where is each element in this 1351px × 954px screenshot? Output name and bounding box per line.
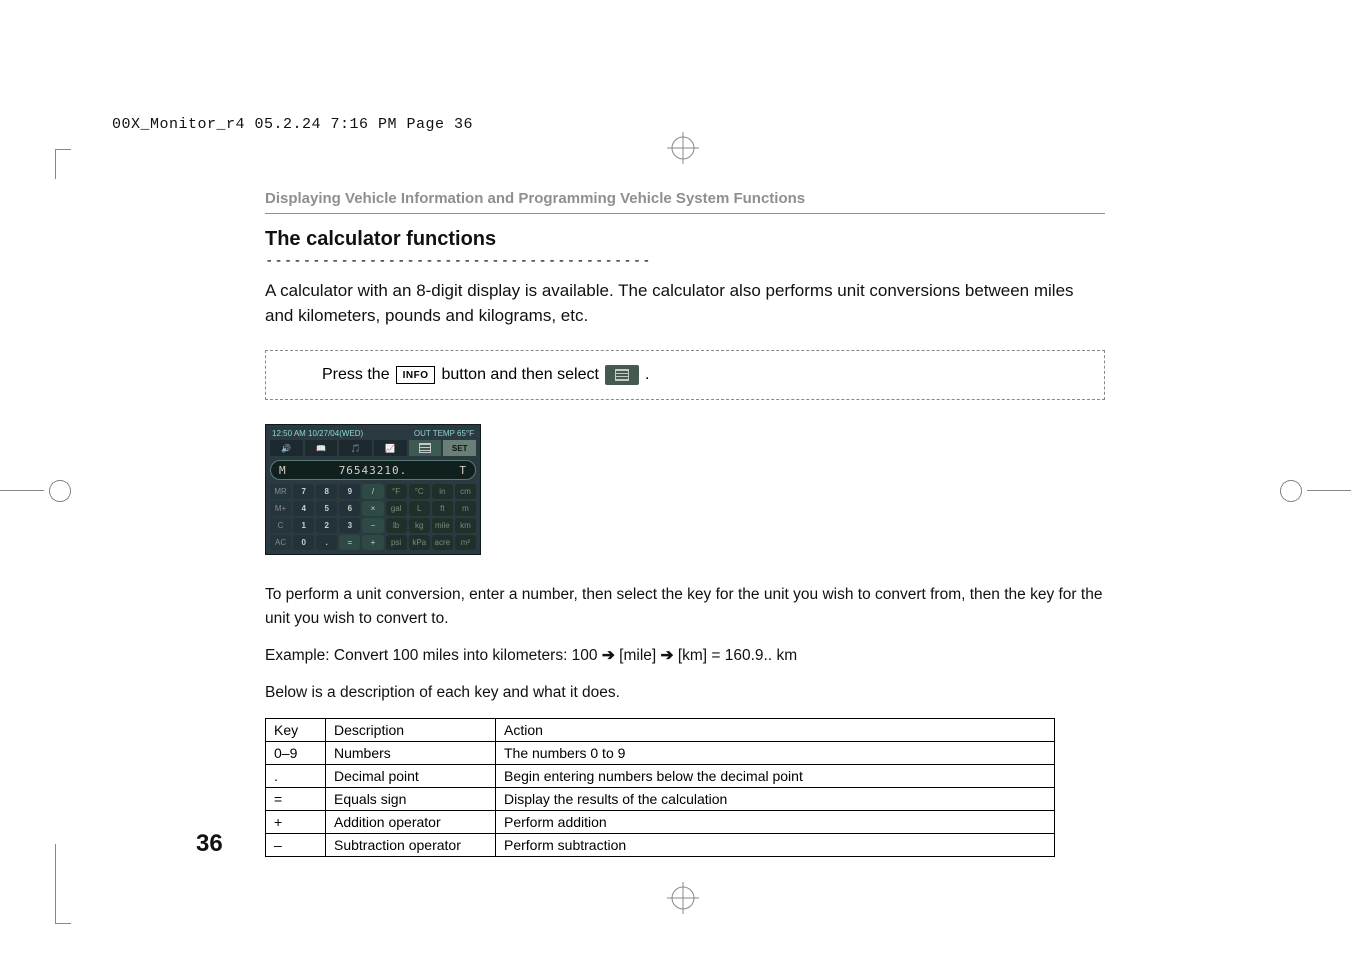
calc-key: × bbox=[362, 501, 383, 516]
info-button-icon: INFO bbox=[396, 366, 436, 384]
print-header: 00X_Monitor_r4 05.2.24 7:16 PM Page 36 bbox=[112, 116, 473, 133]
calc-key: 9 bbox=[339, 484, 360, 499]
arrow-icon: ➔ bbox=[602, 647, 615, 664]
calc-key: 7 bbox=[293, 484, 314, 499]
calc-key: L bbox=[409, 501, 430, 516]
calc-key: − bbox=[362, 518, 383, 533]
table-row: =Equals signDisplay the results of the c… bbox=[266, 788, 1055, 811]
arrow-icon: ➔ bbox=[661, 647, 674, 664]
calc-key: psi bbox=[386, 535, 407, 550]
calc-key: gal bbox=[386, 501, 407, 516]
calc-key: mile bbox=[432, 518, 453, 533]
calc-key: °F bbox=[386, 484, 407, 499]
calc-key: m² bbox=[455, 535, 476, 550]
calc-key: acre bbox=[432, 535, 453, 550]
crop-mark bbox=[1307, 490, 1351, 491]
calc-tab-icon: 📈 bbox=[374, 440, 407, 456]
table-intro: Below is a description of each key and w… bbox=[265, 681, 1105, 704]
table-row: .Decimal pointBegin entering numbers bel… bbox=[266, 765, 1055, 788]
registration-mark-icon bbox=[667, 132, 699, 164]
conversion-paragraph: To perform a unit conversion, enter a nu… bbox=[265, 583, 1105, 630]
calc-tab-selected bbox=[409, 440, 442, 456]
calc-key: + bbox=[362, 535, 383, 550]
calc-key: 2 bbox=[316, 518, 337, 533]
calc-key: kg bbox=[409, 518, 430, 533]
table-header: Action bbox=[496, 719, 1055, 742]
calc-key: 3 bbox=[339, 518, 360, 533]
table-row: –Subtraction operatorPerform subtraction bbox=[266, 834, 1055, 857]
calc-tab-icon: 🔊 bbox=[270, 440, 303, 456]
key-description-table: Key Description Action 0–9NumbersThe num… bbox=[265, 718, 1055, 857]
calc-key: lb bbox=[386, 518, 407, 533]
instruction-box: Press the INFO button and then select . bbox=[265, 350, 1105, 400]
calc-display: M 76543210. T bbox=[270, 460, 476, 480]
registration-mark-icon bbox=[667, 882, 699, 914]
example-line: Example: Convert 100 miles into kilomete… bbox=[265, 644, 1105, 667]
calc-key: km bbox=[455, 518, 476, 533]
calc-key: 6 bbox=[339, 501, 360, 516]
table-row: Key Description Action bbox=[266, 719, 1055, 742]
crop-mark bbox=[0, 490, 44, 491]
divider bbox=[265, 213, 1105, 214]
calc-key: / bbox=[362, 484, 383, 499]
crop-mark bbox=[55, 844, 71, 924]
calc-temp: OUT TEMP 65°F bbox=[414, 429, 474, 438]
calc-keypad: MR 7 8 9 / °F °C in cm M+ 4 5 6 × gal L … bbox=[270, 484, 476, 550]
instruction-text: button and then select bbox=[441, 366, 598, 384]
calculator-tab-icon bbox=[605, 365, 639, 385]
calc-key: M+ bbox=[270, 501, 291, 516]
calc-key: 8 bbox=[316, 484, 337, 499]
calc-key: = bbox=[339, 535, 360, 550]
calc-key: ft bbox=[432, 501, 453, 516]
calc-key: m bbox=[455, 501, 476, 516]
table-row: +Addition operatorPerform addition bbox=[266, 811, 1055, 834]
table-header: Key bbox=[266, 719, 326, 742]
calc-key: °C bbox=[409, 484, 430, 499]
calc-key: 1 bbox=[293, 518, 314, 533]
page-title: The calculator functions bbox=[265, 228, 1105, 251]
calc-tab-icon: 🎵 bbox=[339, 440, 372, 456]
section-breadcrumb: Displaying Vehicle Information and Progr… bbox=[265, 190, 1105, 207]
calc-key: kPa bbox=[409, 535, 430, 550]
calc-key: 5 bbox=[316, 501, 337, 516]
calc-tab-icon: 📖 bbox=[305, 440, 338, 456]
calc-key: . bbox=[316, 535, 337, 550]
dash-rule: ----------------------------------------… bbox=[265, 253, 1105, 269]
calc-tabs: 🔊 📖 🎵 📈 SET bbox=[270, 440, 476, 456]
calc-key: 0 bbox=[293, 535, 314, 550]
calc-key: in bbox=[432, 484, 453, 499]
table-header: Description bbox=[326, 719, 496, 742]
page-number: 36 bbox=[196, 830, 223, 858]
crop-mark bbox=[55, 149, 71, 179]
calculator-screenshot: 12:50 AM 10/27/04(WED) OUT TEMP 65°F 🔊 📖… bbox=[265, 424, 481, 555]
calc-key: AC bbox=[270, 535, 291, 550]
intro-paragraph: A calculator with an 8-digit display is … bbox=[265, 279, 1105, 328]
instruction-text: Press the bbox=[322, 366, 390, 384]
calc-time: 12:50 AM 10/27/04(WED) bbox=[272, 429, 363, 438]
calc-tab-set: SET bbox=[443, 440, 476, 456]
instruction-text: . bbox=[645, 366, 649, 384]
calc-key: 4 bbox=[293, 501, 314, 516]
calc-key: C bbox=[270, 518, 291, 533]
calc-key: cm bbox=[455, 484, 476, 499]
calc-key: MR bbox=[270, 484, 291, 499]
table-row: 0–9NumbersThe numbers 0 to 9 bbox=[266, 742, 1055, 765]
